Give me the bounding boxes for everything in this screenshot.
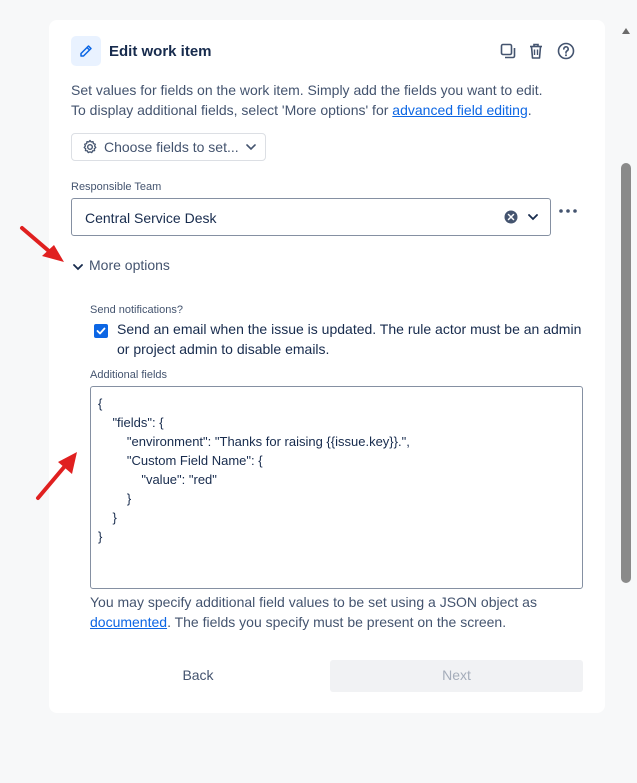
json-line: } [98, 529, 103, 544]
chevron-down-icon [73, 264, 83, 271]
json-line: "environment": "Thanks for raising {{iss… [98, 434, 410, 449]
chevron-down-icon [246, 144, 256, 151]
advanced-field-editing-link[interactable]: advanced field editing [392, 102, 527, 118]
json-line: "fields": { [98, 415, 164, 430]
check-icon [96, 327, 106, 335]
description-line-2-text: To display additional fields, select 'Mo… [71, 102, 393, 118]
help-line-2-text: . The fields you specify must be present… [167, 614, 507, 630]
send-email-checkbox[interactable] [94, 324, 108, 338]
additional-fields-label: Additional fields [90, 369, 168, 381]
additional-fields-help: You may specify additional field values … [90, 592, 590, 632]
json-line: } [98, 510, 117, 525]
annotation-arrow-icon [36, 452, 77, 500]
json-line: { [98, 396, 103, 411]
json-line: "Custom Field Name": { [98, 453, 263, 468]
send-email-checkbox-label: Send an email when the issue is updated.… [117, 319, 587, 359]
json-line: } [98, 491, 132, 506]
description-line-2-suffix: . [527, 102, 532, 118]
responsible-team-select[interactable]: Central Service Desk [71, 198, 551, 236]
panel-description: Set values for fields on the work item. … [71, 80, 591, 120]
json-line: "value": "red" [98, 472, 217, 487]
description-line-2: To display additional fields, select 'Mo… [71, 100, 591, 120]
description-line-1: Set values for fields on the work item. … [71, 82, 543, 98]
choose-fields-button[interactable]: Choose fields to set... [71, 133, 266, 161]
checkbox-text-line-1: Send an email when the issue is updated.… [117, 321, 582, 337]
more-options-label: More options [89, 257, 170, 273]
scrollbar-thumb[interactable] [621, 163, 631, 583]
panel-title: Edit work item [109, 43, 212, 60]
back-button-label: Back [182, 667, 214, 683]
help-icon[interactable] [557, 42, 577, 62]
help-line-1: You may specify additional field values … [90, 594, 537, 610]
panel-header: Edit work item [71, 36, 589, 68]
send-notifications-label: Send notifications? [90, 304, 183, 316]
more-options-toggle[interactable]: More options [71, 256, 231, 276]
next-button[interactable]: Next [330, 660, 583, 692]
responsible-team-label: Responsible Team [71, 181, 162, 193]
edit-icon [71, 36, 101, 66]
back-button[interactable]: Back [71, 660, 325, 692]
next-button-label: Next [442, 667, 471, 683]
clear-icon[interactable] [504, 210, 518, 224]
responsible-team-value: Central Service Desk [85, 210, 217, 226]
scroll-up-arrow-icon[interactable] [622, 28, 630, 34]
help-line-2: documented. The fields you specify must … [90, 612, 590, 632]
copy-icon[interactable] [499, 42, 519, 62]
trash-icon[interactable] [527, 42, 547, 62]
gear-icon [83, 139, 97, 154]
choose-fields-label: Choose fields to set... [104, 139, 239, 155]
chevron-down-icon[interactable] [528, 213, 538, 221]
edit-work-item-panel: Edit work item Set values for fields on … [49, 20, 605, 713]
checkbox-text-line-2: or project admin to disable emails. [117, 341, 330, 357]
more-actions-icon[interactable] [558, 206, 578, 216]
documented-link[interactable]: documented [90, 614, 167, 630]
additional-fields-textarea[interactable]: { "fields": { "environment": "Thanks for… [90, 386, 583, 589]
annotation-arrow-icon [20, 226, 64, 262]
